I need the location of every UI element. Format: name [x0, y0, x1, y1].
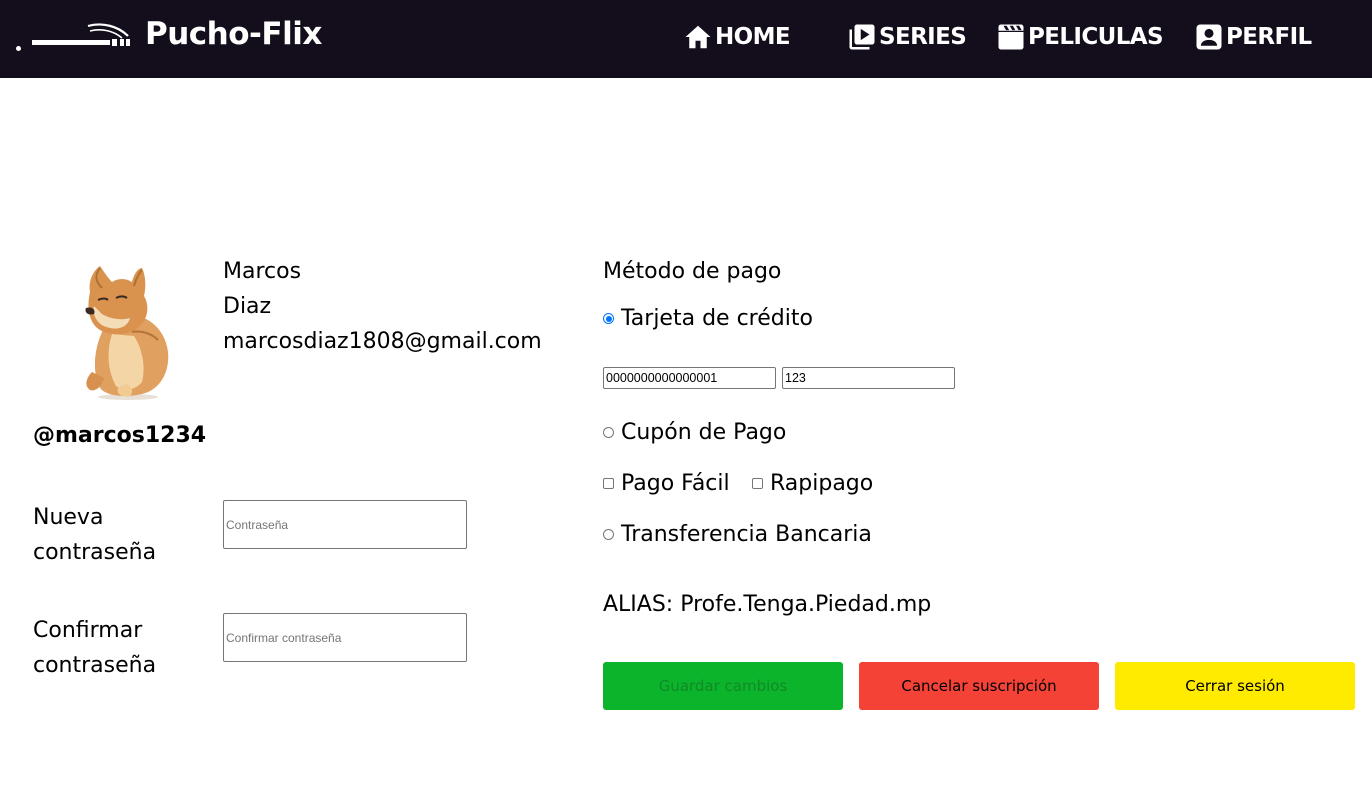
logo[interactable]: Pucho-Flix — [14, 14, 334, 58]
username: @marcos1234 — [33, 423, 207, 448]
alias-text: ALIAS: Profe.Tenga.Piedad.mp — [603, 592, 932, 617]
series-play-icon — [849, 24, 875, 50]
new-password-label: Nueva contraseña — [33, 505, 157, 565]
card-number-input[interactable] — [603, 367, 776, 389]
nav-perfil[interactable]: PERFIL — [1193, 20, 1312, 54]
bank-transfer-radio[interactable] — [603, 529, 614, 540]
email: marcosdiaz1808@gmail.com — [223, 329, 542, 354]
home-icon — [685, 25, 711, 49]
profile-icon — [1196, 24, 1222, 50]
save-changes-button[interactable]: Guardar cambios — [603, 662, 843, 710]
nav-peliculas-label: PELICULAS — [1028, 24, 1164, 50]
cigarette-logo-icon — [32, 23, 130, 46]
rapipago-option[interactable]: Rapipago — [752, 471, 873, 496]
user-info: Marcos Diaz marcosdiaz1808@gmail.com — [223, 254, 542, 359]
rapipago-checkbox[interactable] — [752, 478, 763, 489]
nav-peliculas[interactable]: PELICULAS — [995, 20, 1164, 54]
clapperboard-icon — [998, 24, 1024, 50]
rapipago-label: Rapipago — [770, 471, 874, 496]
credit-card-label: Tarjeta de crédito — [621, 306, 813, 331]
logo-dot — [16, 46, 21, 51]
pago-facil-option[interactable]: Pago Fácil — [603, 471, 730, 496]
coupon-radio[interactable] — [603, 427, 614, 438]
coupon-option[interactable]: Cupón de Pago — [603, 420, 786, 445]
brand-name: Pucho-Flix — [145, 16, 322, 52]
nav-series[interactable]: SERIES — [846, 20, 967, 54]
credit-card-radio[interactable] — [603, 313, 614, 324]
credit-card-option[interactable]: Tarjeta de crédito — [603, 306, 813, 331]
logout-button[interactable]: Cerrar sesión — [1115, 662, 1355, 710]
bank-transfer-option[interactable]: Transferencia Bancaria — [603, 522, 872, 547]
nav-series-label: SERIES — [879, 24, 967, 50]
navbar: Pucho-Flix HOME SERIES PELICULAS PERFIL — [0, 0, 1372, 78]
payment-method-title: Método de pago — [603, 259, 782, 284]
last-name: Diaz — [223, 294, 272, 319]
bank-transfer-label: Transferencia Bancaria — [621, 522, 872, 547]
pago-facil-label: Pago Fácil — [621, 471, 730, 496]
nav-home[interactable]: HOME — [682, 20, 791, 54]
first-name: Marcos — [223, 259, 302, 284]
coupon-label: Cupón de Pago — [621, 420, 787, 445]
avatar — [85, 266, 169, 400]
confirm-password-input[interactable] — [223, 613, 467, 662]
new-password-input[interactable] — [223, 500, 467, 549]
cancel-subscription-button[interactable]: Cancelar suscripción — [859, 662, 1099, 710]
card-cvv-input[interactable] — [782, 367, 955, 389]
nav-perfil-label: PERFIL — [1226, 24, 1312, 50]
confirm-password-label: Confirmar contraseña — [33, 618, 157, 678]
nav-home-label: HOME — [715, 24, 791, 50]
pago-facil-checkbox[interactable] — [603, 478, 614, 489]
